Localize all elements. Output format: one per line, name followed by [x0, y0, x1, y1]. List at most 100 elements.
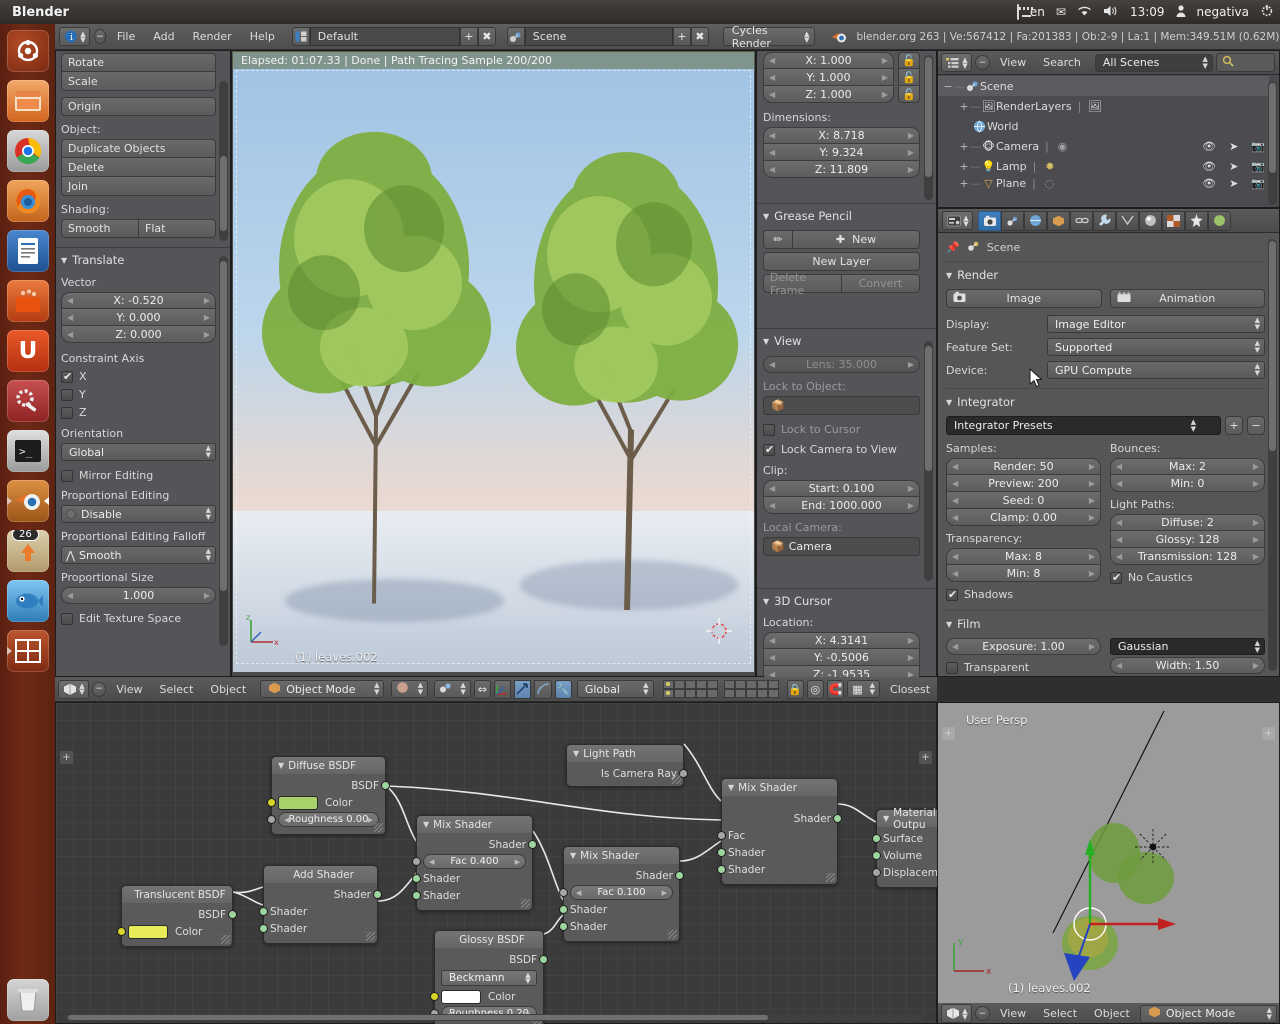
- node-output-shader[interactable]: Shader: [570, 867, 684, 884]
- launcher-workspace-switcher[interactable]: [7, 630, 49, 672]
- node-output-bsdf[interactable]: BSDF: [278, 777, 390, 794]
- feature-set-spinner[interactable]: ▲ ▼: [1255, 340, 1260, 354]
- renderlayers-data-icon[interactable]: 🖼: [1087, 99, 1102, 114]
- pivot-point-select[interactable]: ▲ ▼: [434, 680, 471, 698]
- view-panel-header[interactable]: ▼ View: [763, 334, 920, 348]
- screen-layout-icon[interactable]: [291, 27, 310, 46]
- node-input-color[interactable]: Color: [267, 794, 379, 811]
- launcher-system-tweaks[interactable]: [7, 380, 49, 422]
- outliner-row-lamp[interactable]: + — 💡 Lamp | ✹ 👁 ➤ 📷: [938, 156, 1269, 176]
- dimension-y-field[interactable]: ◀ Y: 9.324 ▶: [763, 144, 920, 161]
- info-editor-type-selector[interactable]: i ▲ ▼: [59, 27, 90, 46]
- translate-z-field[interactable]: ◀ Z: 0.000 ▶: [61, 326, 216, 343]
- node-input-shader-1[interactable]: Shader: [559, 901, 673, 918]
- menu-add[interactable]: Add: [146, 30, 181, 43]
- outliner-row-world[interactable]: World: [938, 116, 1269, 136]
- pivot-point-spinner[interactable]: ▲ ▼: [460, 682, 465, 696]
- node-output-is-camera-ray[interactable]: Is Camera Ray: [573, 765, 688, 782]
- diffuse-bsdf-node[interactable]: ▼ Diffuse BSDF BSDF Color ◀ Roughness 0.…: [267, 756, 390, 835]
- constraint-axis-z-row[interactable]: Z: [61, 406, 216, 419]
- viewport-toolbar-toggle-right[interactable]: +: [1262, 727, 1275, 740]
- pin-icon[interactable]: 📌: [946, 241, 960, 254]
- editor-type-spinner[interactable]: ▲ ▼: [79, 30, 87, 43]
- cursor-arrow-icon[interactable]: ➤: [1229, 160, 1238, 173]
- dimension-x-field[interactable]: ◀ X: 8.718 ▶: [763, 127, 920, 144]
- view3d-menu-view[interactable]: View: [109, 683, 149, 696]
- remove-preset-button[interactable]: −: [1247, 416, 1265, 435]
- node-input-shader-2[interactable]: Shader: [559, 918, 673, 935]
- lock-to-object-field[interactable]: 📦: [763, 396, 920, 415]
- wifi-icon[interactable]: [1077, 5, 1092, 20]
- node-resize-grip[interactable]: [826, 873, 835, 882]
- scene-layers-icon[interactable]: [662, 680, 779, 698]
- lock-to-cursor-row[interactable]: Lock to Cursor: [763, 423, 920, 436]
- viewport-3d-mode-spinner[interactable]: ▲ ▼: [1267, 1006, 1272, 1021]
- mix-shader-node-2[interactable]: ▼ Mix Shader Shader ◀ Fac 0.100 ▶ Shader…: [559, 846, 684, 942]
- properties-tab-effects[interactable]: [1185, 210, 1208, 231]
- grease-pencil-convert-button[interactable]: Convert: [842, 274, 920, 293]
- outliner-expander[interactable]: +: [958, 160, 970, 173]
- lock-camera-to-view-row[interactable]: Lock Camera to View: [763, 443, 920, 456]
- camera-render-icon[interactable]: 📷: [1251, 160, 1265, 173]
- edit-texture-space-checkbox[interactable]: [61, 612, 73, 625]
- interaction-mode-spinner[interactable]: ▲ ▼: [374, 682, 379, 696]
- samples-seed-field[interactable]: ◀ Seed: 0 ▶: [946, 492, 1101, 509]
- display-select[interactable]: Image Editor ▲ ▼: [1047, 315, 1265, 333]
- clip-end-field[interactable]: ◀ End: 1000.000 ▶: [763, 497, 920, 514]
- light-paths-glossy-field[interactable]: ◀ Glossy: 128 ▶: [1110, 531, 1265, 548]
- scale-y-field[interactable]: ◀ Y: 1.000 ▶: [763, 69, 894, 86]
- node-input-roughness[interactable]: ◀ Roughness 0.00 ▶: [267, 811, 379, 828]
- toolshelf-scrollbar-2[interactable]: [220, 261, 227, 591]
- tool-join-button[interactable]: Join: [61, 177, 216, 196]
- device-spinner[interactable]: ▲ ▼: [1255, 363, 1260, 377]
- username-label[interactable]: negativa: [1197, 5, 1249, 19]
- grease-pencil-new-layer-button[interactable]: New Layer: [763, 252, 920, 271]
- viewport-shading-spinner[interactable]: ▲ ▼: [418, 682, 423, 696]
- mix-shader-node-1[interactable]: ▼ Mix Shader Shader ◀ Fac 0.400 ▶ Shader…: [412, 815, 537, 911]
- light-path-node[interactable]: ▼ Light Path Is Camera Ray: [566, 744, 688, 787]
- node-editor[interactable]: ▼ Diffuse BSDF BSDF Color ◀ Roughness 0.…: [55, 702, 970, 1024]
- lamp-data-icon[interactable]: ✹: [1042, 159, 1057, 174]
- interaction-mode-select[interactable]: Object Mode ▲ ▼: [260, 680, 385, 698]
- translate-panel-header[interactable]: ▼ Translate: [61, 253, 216, 267]
- color-swatch[interactable]: [278, 795, 318, 810]
- node-resize-grip[interactable]: [672, 775, 681, 784]
- tool-scale-button[interactable]: Scale: [61, 72, 216, 91]
- tool-delete-button[interactable]: Delete: [61, 158, 216, 177]
- viewport-3d-menu-object[interactable]: Object: [1087, 1007, 1137, 1020]
- outliner-menu-search[interactable]: Search: [1036, 56, 1088, 69]
- node-input-fac[interactable]: ◀ Fac 0.400 ▶: [412, 853, 526, 870]
- dimension-z-field[interactable]: ◀ Z: 11.809 ▶: [763, 161, 920, 178]
- node-output-bsdf[interactable]: BSDF: [441, 951, 548, 968]
- no-caustics-row[interactable]: No Caustics: [1110, 571, 1265, 584]
- cursor-y-field[interactable]: ◀ Y: -0.5006 ▶: [763, 649, 920, 666]
- render-panel-header[interactable]: ▼ Render: [946, 268, 1265, 282]
- viewport-3d-mode-select[interactable]: Object Mode ▲ ▼: [1139, 1004, 1277, 1023]
- feature-set-select[interactable]: Supported ▲ ▼: [1047, 338, 1265, 356]
- film-filter-width-field[interactable]: ◀ Width: 1.50 ▶: [1110, 657, 1265, 674]
- bounces-min-field[interactable]: ◀ Min: 0 ▶: [1110, 475, 1265, 492]
- proportional-falloff-select[interactable]: ⋀ Smooth ▲ ▼: [61, 546, 216, 564]
- cursor-arrow-icon[interactable]: ➤: [1229, 177, 1238, 190]
- power-gear-icon[interactable]: [1260, 4, 1274, 21]
- camera-render-icon[interactable]: 📷: [1251, 177, 1265, 190]
- outliner-expander[interactable]: +: [958, 140, 970, 153]
- properties-tab-world[interactable]: [1024, 210, 1047, 231]
- transform-orientation-icon[interactable]: 🔧: [554, 679, 572, 699]
- cursor-x-field[interactable]: ◀ X: 4.3141 ▶: [763, 632, 920, 649]
- toolshelf-scrollbar-1[interactable]: [220, 156, 227, 231]
- transparency-min-field[interactable]: ◀ Min: 8 ▶: [946, 565, 1101, 582]
- outliner-display-mode-spinner[interactable]: ▲ ▼: [1203, 55, 1208, 70]
- viewport-3d-editor-type-selector[interactable]: ▲ ▼: [941, 1004, 972, 1023]
- node-input-shader-2[interactable]: Shader: [412, 887, 526, 904]
- launcher-software-center[interactable]: [7, 280, 49, 322]
- grease-pencil-new-button[interactable]: ✚ New: [793, 230, 920, 249]
- constraint-axis-x-checkbox[interactable]: [61, 370, 73, 383]
- 3d-cursor-panel-header[interactable]: ▼ 3D Cursor: [763, 594, 920, 608]
- lens-field[interactable]: ◀ Lens: 35.000 ▶: [763, 356, 920, 373]
- translate-manipulator-icon[interactable]: [493, 679, 512, 699]
- local-camera-field[interactable]: 📦 Camera: [763, 537, 920, 556]
- keyboard-icon[interactable]: [1016, 4, 1019, 20]
- screen-layout-field[interactable]: Default: [309, 27, 460, 46]
- lock-scale-x-button[interactable]: 🔓: [898, 52, 920, 69]
